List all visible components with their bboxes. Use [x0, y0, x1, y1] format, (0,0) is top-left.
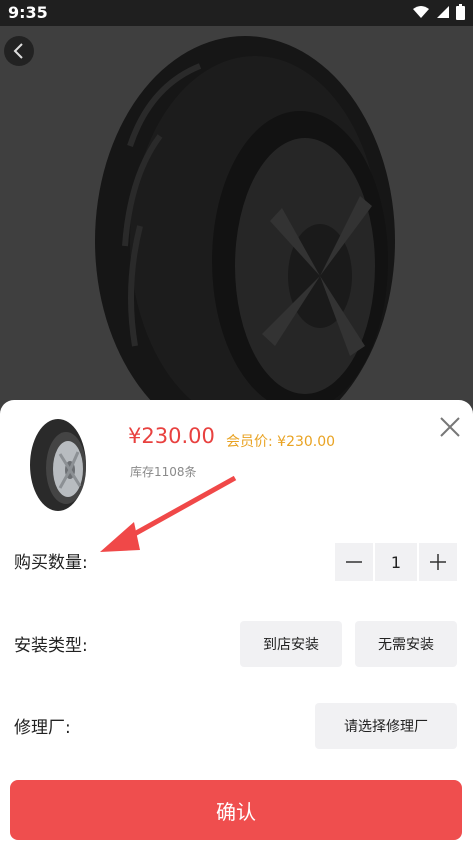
battery-icon: [456, 4, 465, 20]
quantity-label: 购买数量:: [14, 553, 88, 573]
signal-icon: [437, 6, 449, 18]
repair-shop-select[interactable]: 请选择修理厂: [315, 703, 457, 749]
tire-image: [0, 26, 473, 426]
chevron-left-icon: [13, 43, 23, 59]
close-icon: [440, 417, 460, 437]
confirm-button[interactable]: 确认: [10, 780, 462, 840]
close-button[interactable]: [436, 413, 464, 441]
minus-icon: [346, 561, 362, 563]
purchase-options-sheet: ¥230.00 会员价: ¥230.00 库存1108条 购买数量: 1 安装类…: [0, 400, 473, 843]
status-bar: 9:35: [0, 0, 473, 26]
option-in-store-install[interactable]: 到店安装: [240, 621, 342, 667]
wifi-icon: [413, 6, 429, 18]
status-icons: [412, 4, 465, 20]
product-price: ¥230.00: [128, 424, 215, 448]
quantity-stepper: 1: [335, 543, 457, 581]
quantity-value[interactable]: 1: [375, 543, 417, 581]
status-time: 9:35: [8, 3, 48, 22]
plus-icon: [430, 554, 446, 570]
annotation-arrow: [100, 475, 237, 552]
increment-button[interactable]: [419, 543, 457, 581]
member-price: 会员价: ¥230.00: [226, 434, 336, 450]
back-button[interactable]: [4, 36, 34, 66]
install-type-label: 安装类型:: [14, 636, 88, 656]
option-no-install[interactable]: 无需安装: [355, 621, 457, 667]
product-hero-image: [0, 26, 473, 426]
decrement-button[interactable]: [335, 543, 373, 581]
repair-shop-label: 修理厂:: [14, 718, 71, 738]
